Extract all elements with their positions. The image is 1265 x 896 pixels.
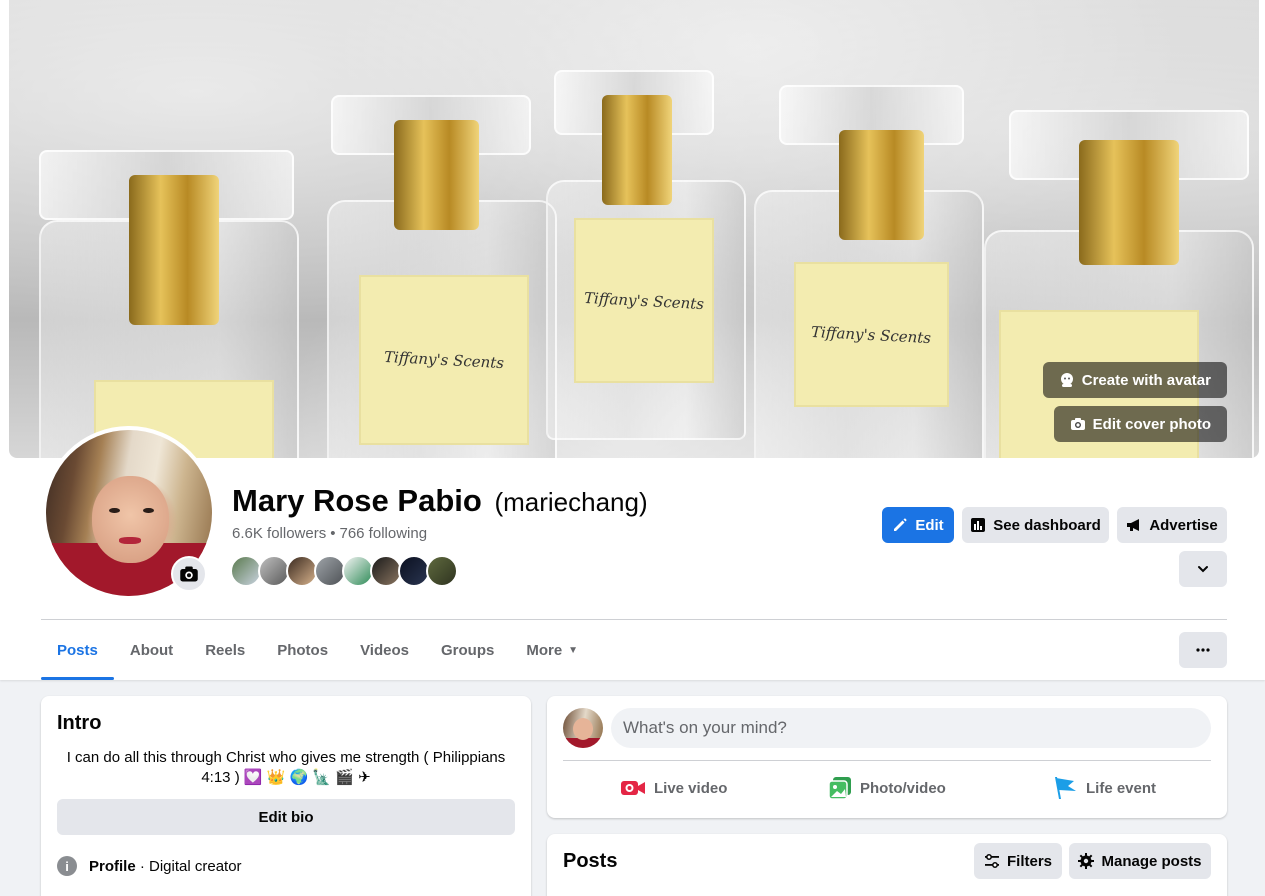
- tab-label: Groups: [440, 641, 495, 659]
- flag-icon: [1055, 777, 1076, 799]
- megaphone-icon: [1127, 519, 1140, 531]
- chevron-down-icon: [1198, 566, 1208, 573]
- tabs-more-options-button[interactable]: [1179, 632, 1227, 668]
- followers-link[interactable]: 6.6K followers: [232, 525, 326, 542]
- live-video-label: Live video: [654, 779, 728, 797]
- life-event-button[interactable]: Life event: [1052, 768, 1156, 808]
- live-video-icon: [621, 781, 645, 795]
- perfume-label: Tiffany's Scents: [359, 275, 529, 445]
- composer-avatar[interactable]: [563, 708, 603, 748]
- avatar-icon: [1060, 373, 1073, 387]
- tab-about[interactable]: About: [114, 620, 189, 680]
- tab-photos[interactable]: Photos: [261, 620, 344, 680]
- tab-label: About: [129, 641, 174, 659]
- whats-on-your-mind-input[interactable]: What's on your mind?: [611, 708, 1211, 748]
- perfume-label: Tiffany's Scents: [794, 262, 949, 407]
- profile-stats: 6.6K followers • 766 following: [232, 525, 427, 542]
- life-event-label: Life event: [1086, 779, 1157, 797]
- edit-profile-label: Edit: [915, 516, 944, 534]
- tab-label: Videos: [360, 641, 409, 659]
- caret-down-icon: ▼: [568, 644, 579, 656]
- tab-label: More: [526, 641, 563, 659]
- tab-label: Reels: [205, 641, 246, 659]
- intro-bio: I can do all this through Christ who giv…: [66, 749, 506, 786]
- see-dashboard-button[interactable]: See dashboard: [962, 507, 1109, 543]
- perfume-nozzle: [839, 130, 924, 240]
- intro-profile-value: · Digital creator: [135, 857, 242, 875]
- see-dashboard-label: See dashboard: [993, 516, 1101, 534]
- profile-alternate-name: (mariechang): [494, 487, 648, 517]
- manage-posts-button[interactable]: Manage posts: [1069, 843, 1211, 879]
- advertise-button[interactable]: Advertise: [1117, 507, 1227, 543]
- posts-header-card: Posts Filters Manage posts: [547, 834, 1227, 896]
- edit-cover-photo-button[interactable]: Edit cover photo: [1053, 406, 1227, 442]
- create-with-avatar-button[interactable]: Create with avatar: [1042, 362, 1227, 398]
- tab-reels[interactable]: Reels: [189, 620, 261, 680]
- intro-card: Intro I can do all this through Christ w…: [41, 696, 531, 896]
- update-profile-picture-button[interactable]: [171, 556, 207, 592]
- manage-posts-label: Manage posts: [1101, 852, 1202, 870]
- live-video-button[interactable]: Live video: [620, 768, 727, 808]
- tab-label: Posts: [57, 641, 98, 659]
- perfume-label-text: Tiffany's Scents: [583, 288, 705, 313]
- gear-icon: [1078, 853, 1095, 869]
- photo-video-label: Photo/video: [860, 779, 946, 797]
- friend-avatars: [230, 555, 458, 587]
- profile-tabs: Posts About Reels Photos Videos Groups M…: [41, 620, 594, 680]
- intro-profile-row: i Profile · Digital creator: [57, 856, 242, 876]
- edit-profile-button[interactable]: Edit: [882, 507, 954, 543]
- avatar-face: [573, 718, 593, 740]
- camera-icon: [1070, 418, 1085, 430]
- post-composer: What's on your mind? Live video Photo/vi…: [547, 696, 1227, 818]
- stats-separator: •: [330, 525, 336, 542]
- filters-label: Filters: [1006, 852, 1052, 870]
- filters-icon: [984, 854, 999, 868]
- photo-video-button[interactable]: Photo/video: [828, 768, 946, 808]
- filters-button[interactable]: Filters: [974, 843, 1062, 879]
- profile-name-text: Mary Rose Pabio: [232, 483, 482, 518]
- photo-icon: [828, 777, 851, 800]
- perfume-nozzle: [129, 175, 219, 325]
- posts-title: Posts: [563, 850, 618, 872]
- perfume-label: Tiffany's Scents: [574, 218, 714, 383]
- tab-posts[interactable]: Posts: [41, 620, 114, 680]
- tab-groups[interactable]: Groups: [425, 620, 510, 680]
- info-icon: i: [57, 856, 77, 876]
- following-link[interactable]: 766 following: [339, 525, 427, 542]
- perfume-label-text: Tiffany's Scents: [811, 322, 932, 347]
- advertise-label: Advertise: [1149, 516, 1218, 534]
- composer-placeholder: What's on your mind?: [623, 718, 787, 737]
- perfume-label-text: Tiffany's Scents: [383, 347, 505, 373]
- dashboard-icon: [971, 518, 986, 532]
- profile-more-dropdown-button[interactable]: [1179, 551, 1227, 587]
- ellipsis-icon: [1196, 648, 1210, 652]
- composer-divider: [563, 760, 1211, 761]
- perfume-nozzle: [1079, 140, 1179, 265]
- profile-name: Mary Rose Pabio (mariechang): [232, 483, 648, 519]
- cover-photo[interactable]: Tiffany's Scents Tiffany's Scents Tiffan…: [9, 0, 1259, 458]
- intro-title: Intro: [57, 712, 102, 734]
- edit-bio-button[interactable]: Edit bio: [57, 799, 515, 835]
- edit-bio-label: Edit bio: [258, 808, 314, 826]
- tab-more[interactable]: More ▼: [510, 620, 594, 680]
- intro-profile-label: Profile: [89, 857, 136, 875]
- create-with-avatar-label: Create with avatar: [1081, 371, 1211, 389]
- perfume-nozzle: [602, 95, 672, 205]
- edit-cover-photo-label: Edit cover photo: [1092, 415, 1211, 433]
- perfume-nozzle: [394, 120, 479, 230]
- pencil-icon: [894, 518, 907, 531]
- tab-videos[interactable]: Videos: [344, 620, 425, 680]
- avatar-face: [92, 476, 169, 563]
- friend-avatar[interactable]: [426, 555, 458, 587]
- tab-label: Photos: [277, 641, 329, 659]
- camera-icon: [180, 566, 198, 582]
- intro-profile-text: Profile · Digital creator: [89, 858, 242, 875]
